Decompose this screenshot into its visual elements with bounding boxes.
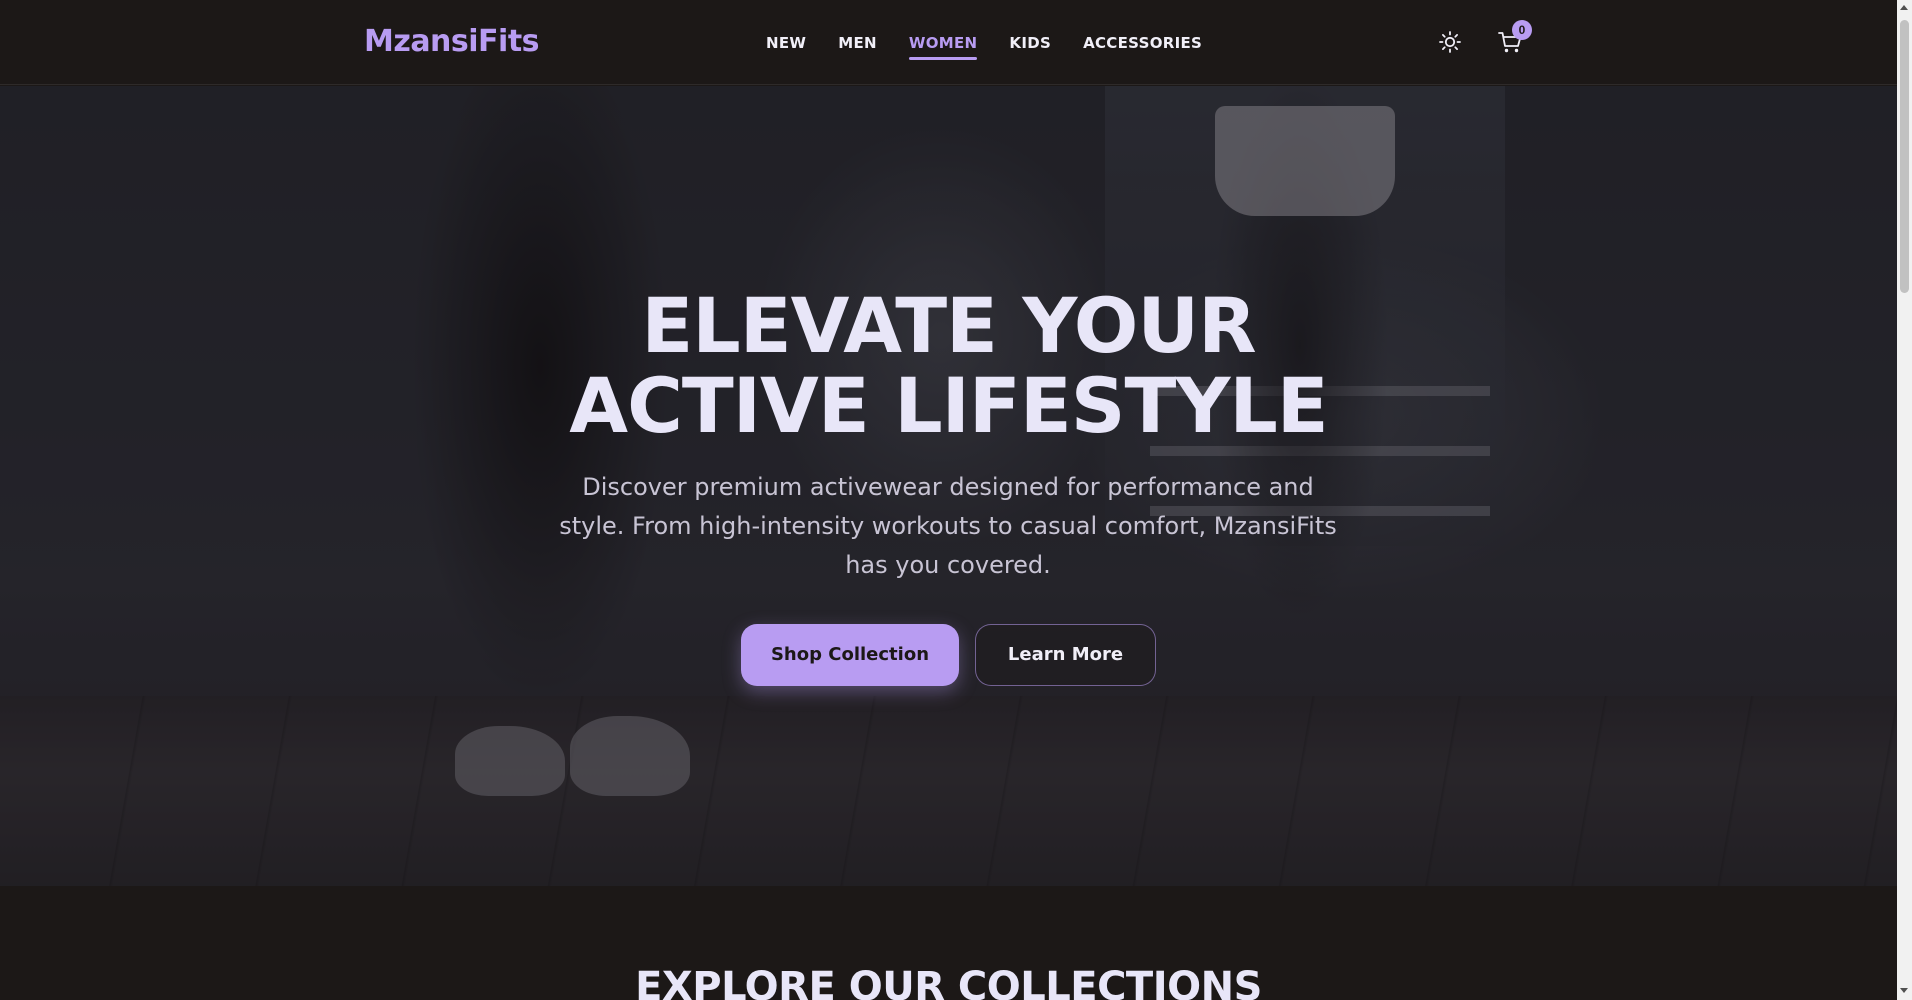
nav-item-kids[interactable]: KIDS <box>1009 34 1051 52</box>
nav-item-new[interactable]: NEW <box>766 34 806 52</box>
scroll-down-arrow-icon[interactable] <box>1900 988 1908 993</box>
scrollbar-thumb[interactable] <box>1900 20 1909 293</box>
theme-toggle-button[interactable] <box>1436 28 1464 56</box>
cart-count-badge: 0 <box>1512 20 1532 40</box>
hero-subtitle: Discover premium activewear designed for… <box>559 473 1337 579</box>
shop-collection-button[interactable]: Shop Collection <box>741 624 959 686</box>
hero-title-line-2: ACTIVE LIFESTYLE <box>569 361 1328 450</box>
collections-section-title: EXPLORE OUR COLLECTIONS <box>635 964 1262 1000</box>
nav-item-men[interactable]: MEN <box>838 34 877 52</box>
main-nav: NEW MEN WOMEN KIDS ACCESSORIES <box>766 0 1234 85</box>
site-header: MzansiFits NEW MEN WOMEN KIDS ACCESSORIE… <box>0 0 1897 85</box>
hero-title: ELEVATE YOUR ACTIVE LIFESTYLE <box>0 286 1897 446</box>
scroll-up-arrow-icon[interactable] <box>1900 5 1908 10</box>
logo[interactable]: MzansiFits <box>364 24 540 59</box>
nav-item-women[interactable]: WOMEN <box>908 34 978 60</box>
learn-more-button[interactable]: Learn More <box>975 624 1156 686</box>
hero-title-line-1: ELEVATE YOUR <box>641 281 1256 370</box>
vertical-scrollbar[interactable] <box>1897 0 1912 1000</box>
sun-icon <box>1439 31 1461 53</box>
hero-section: ELEVATE YOUR ACTIVE LIFESTYLE Discover p… <box>0 86 1897 886</box>
nav-item-accessories[interactable]: ACCESSORIES <box>1083 34 1202 52</box>
hero-content: ELEVATE YOUR ACTIVE LIFESTYLE Discover p… <box>0 86 1897 886</box>
